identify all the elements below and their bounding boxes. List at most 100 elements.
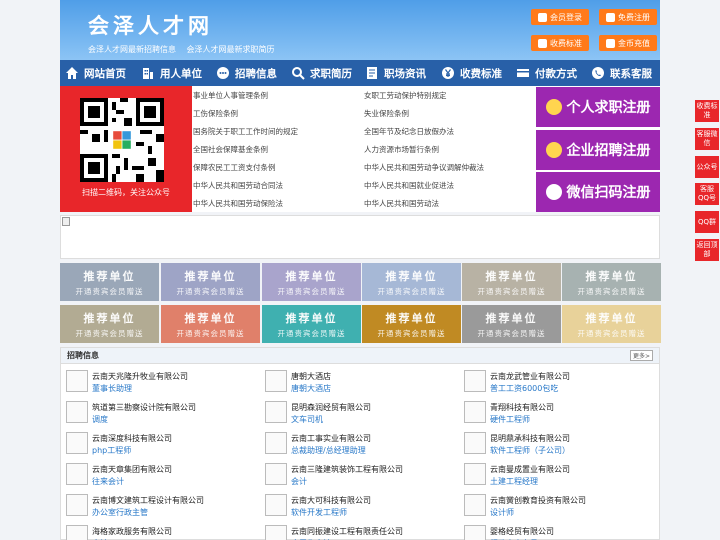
position-link[interactable]: 普工工资6000包吃 [490, 383, 558, 394]
job-item[interactable]: 云南大可科技有限公司 软件开发工程师 [260, 492, 456, 520]
personal-register-button[interactable]: 个人求职注册 [536, 87, 660, 127]
company-link[interactable]: 海格家政服务有限公司 [92, 526, 172, 537]
side-pricing[interactable]: 收费标准 [695, 100, 719, 122]
side-service-wechat[interactable]: 客服微信 [695, 128, 719, 150]
law-link[interactable]: 中华人民共和国劳动合同法 [193, 180, 283, 191]
law-link[interactable]: 工伤保险条例 [193, 108, 238, 119]
company-link[interactable]: 云南曼成置业有限公司 [490, 464, 570, 475]
job-item[interactable]: 云南工事实业有限公司 总裁助理/总经理助理 [260, 430, 456, 458]
company-link[interactable]: 云南三隆建筑装饰工程有限公司 [291, 464, 403, 475]
job-item[interactable]: 云南黉创教育投资有限公司 设计师 [459, 492, 655, 520]
job-item[interactable]: 云南三隆建筑装饰工程有限公司 会计 [260, 461, 456, 489]
nav-pricing[interactable]: 收费标准 [436, 60, 511, 86]
company-link[interactable]: 云南黉创教育投资有限公司 [490, 495, 586, 506]
recommend-slot[interactable]: 推荐单位 开通贵宾会员赠送 [60, 305, 159, 343]
back-to-top[interactable]: 返回顶部 [695, 239, 719, 261]
job-item[interactable]: 海格家政服务有限公司会计 [61, 523, 257, 540]
site-logo[interactable]: 会泽人才网 [88, 10, 213, 40]
nav-employers[interactable]: 用人单位 [136, 60, 211, 86]
side-official-account[interactable]: 公众号 [695, 156, 719, 178]
company-link[interactable]: 唐朝大酒店 [291, 371, 331, 382]
company-link[interactable]: 筑道第三勘察设计院有限公司 [92, 402, 196, 413]
position-link[interactable]: 总裁助理/总经理助理 [291, 445, 366, 456]
job-item[interactable]: 昆明森润经贸有限公司 文车司机 [260, 399, 456, 427]
recommend-slot[interactable]: 推荐单位 开通贵宾会员赠送 [262, 305, 361, 343]
law-link[interactable]: 国务院关于职工工作时间的规定 [193, 126, 298, 137]
job-item[interactable]: 云南龙武管业有限公司 普工工资6000包吃 [459, 368, 655, 396]
law-link[interactable]: 人力资源市场暂行条例 [364, 144, 439, 155]
pricing-button[interactable]: 收费标准 [531, 35, 589, 51]
company-link[interactable]: 云南深度科技有限公司 [92, 433, 172, 444]
company-link[interactable]: 云南同振建设工程有限责任公司 [291, 526, 403, 537]
recommend-slot[interactable]: 推荐单位 开通贵宾会员赠送 [362, 305, 461, 343]
job-item[interactable]: 婴格经贸有限公司行政人事专员 [459, 523, 655, 540]
slogan-resumes-link[interactable]: 会泽人才网最新求职简历 [187, 45, 275, 54]
job-item[interactable]: 唐朝大酒店 唐朝大酒店 [260, 368, 456, 396]
recommend-slot[interactable]: 推荐单位 开通贵宾会员赠送 [562, 305, 661, 343]
recommend-slot[interactable]: 推荐单位 开通贵宾会员赠送 [462, 263, 561, 301]
law-link[interactable]: 中华人民共和国劳动保险法 [193, 198, 283, 209]
company-link[interactable]: 云南大可科技有限公司 [291, 495, 371, 506]
nav-home[interactable]: 网站首页 [60, 60, 136, 86]
job-item[interactable]: 筑道第三勘察设计院有限公司 调度 [61, 399, 257, 427]
law-link[interactable]: 女职工劳动保护特别规定 [364, 90, 447, 101]
company-register-button[interactable]: 企业招聘注册 [536, 130, 660, 170]
recommend-slot[interactable]: 推荐单位 开通贵宾会员赠送 [362, 263, 461, 301]
job-item[interactable]: 青翔科技有限公司 硬件工程师 [459, 399, 655, 427]
company-link[interactable]: 婴格经贸有限公司 [490, 526, 554, 537]
position-link[interactable]: 唐朝大酒店 [291, 383, 331, 394]
company-link[interactable]: 青翔科技有限公司 [490, 402, 554, 413]
law-link[interactable]: 中华人民共和国劳动法 [364, 198, 439, 209]
more-jobs-link[interactable]: 更多> [629, 350, 653, 361]
law-link[interactable]: 保障农民工工资支付条例 [193, 162, 276, 173]
position-link[interactable]: 土建工程经理 [490, 476, 538, 487]
law-link[interactable]: 全国年节及纪念日放假办法 [364, 126, 454, 137]
company-link[interactable]: 云南博文建筑工程设计有限公司 [92, 495, 204, 506]
job-item[interactable]: 云南博文建筑工程设计有限公司 办公室行政主管 [61, 492, 257, 520]
position-link[interactable]: 文车司机 [291, 414, 323, 425]
member-login-button[interactable]: 会员登录 [531, 9, 589, 25]
position-link[interactable]: php工程师 [92, 445, 131, 456]
nav-payment[interactable]: 付款方式 [511, 60, 586, 86]
recommend-slot[interactable]: 推荐单位 开通贵宾会员赠送 [161, 263, 260, 301]
company-link[interactable]: 云南工事实业有限公司 [291, 433, 371, 444]
nav-contact[interactable]: 联系客服 [586, 60, 660, 86]
law-link[interactable]: 全国社会保障基金条例 [193, 144, 268, 155]
side-service-qq[interactable]: 客服QQ号 [695, 183, 719, 205]
job-item[interactable]: 云南曼成置业有限公司 土建工程经理 [459, 461, 655, 489]
law-link[interactable]: 事业单位人事管理条例 [193, 90, 268, 101]
position-link[interactable]: 软件工程师（子公司） [490, 445, 570, 456]
side-qq-group[interactable]: QQ群 [695, 211, 719, 233]
recommend-slot[interactable]: 推荐单位 开通贵宾会员赠送 [161, 305, 260, 343]
job-item[interactable]: 云南天兆隆升牧业有限公司 董事长助理 [61, 368, 257, 396]
company-link[interactable]: 昆明森润经贸有限公司 [291, 402, 371, 413]
nav-news[interactable]: 职场资讯 [360, 60, 436, 86]
position-link[interactable]: 软件开发工程师 [291, 507, 347, 518]
law-link[interactable]: 中华人民共和国劳动争议调解仲裁法 [364, 162, 484, 173]
job-item[interactable]: 昆明鼎承科技有限公司 软件工程师（子公司） [459, 430, 655, 458]
company-link[interactable]: 昆明鼎承科技有限公司 [490, 433, 570, 444]
recommend-slot[interactable]: 推荐单位 开通贵宾会员赠送 [262, 263, 361, 301]
position-link[interactable]: 调度 [92, 414, 108, 425]
recommend-slot[interactable]: 推荐单位 开通贵宾会员赠送 [462, 305, 561, 343]
nav-resumes[interactable]: 求职简历 [286, 60, 360, 86]
recommend-slot[interactable]: 推荐单位 开通贵宾会员赠送 [562, 263, 661, 301]
banner-ad[interactable] [60, 215, 660, 259]
position-link[interactable]: 会计 [291, 476, 307, 487]
job-item[interactable]: 云南天章集团有限公司 往来会计 [61, 461, 257, 489]
recommend-slot[interactable]: 推荐单位 开通贵宾会员赠送 [60, 263, 159, 301]
position-link[interactable]: 办公室行政主管 [92, 507, 148, 518]
job-item[interactable]: 云南同振建设工程有限责任公司应届生会计 [260, 523, 456, 540]
coin-recharge-button[interactable]: 金币充值 [599, 35, 657, 51]
law-link[interactable]: 中华人民共和国就业促进法 [364, 180, 454, 191]
position-link[interactable]: 董事长助理 [92, 383, 132, 394]
company-link[interactable]: 云南天章集团有限公司 [92, 464, 172, 475]
slogan-jobs-link[interactable]: 会泽人才网最新招聘信息 [88, 45, 176, 54]
position-link[interactable]: 硬件工程师 [490, 414, 530, 425]
wechat-register-button[interactable]: 微信扫码注册 [536, 172, 660, 212]
nav-jobs[interactable]: 招聘信息 [211, 60, 286, 86]
company-link[interactable]: 云南龙武管业有限公司 [490, 371, 570, 382]
law-link[interactable]: 失业保险条例 [364, 108, 409, 119]
position-link[interactable]: 设计师 [490, 507, 514, 518]
job-item[interactable]: 云南深度科技有限公司 php工程师 [61, 430, 257, 458]
